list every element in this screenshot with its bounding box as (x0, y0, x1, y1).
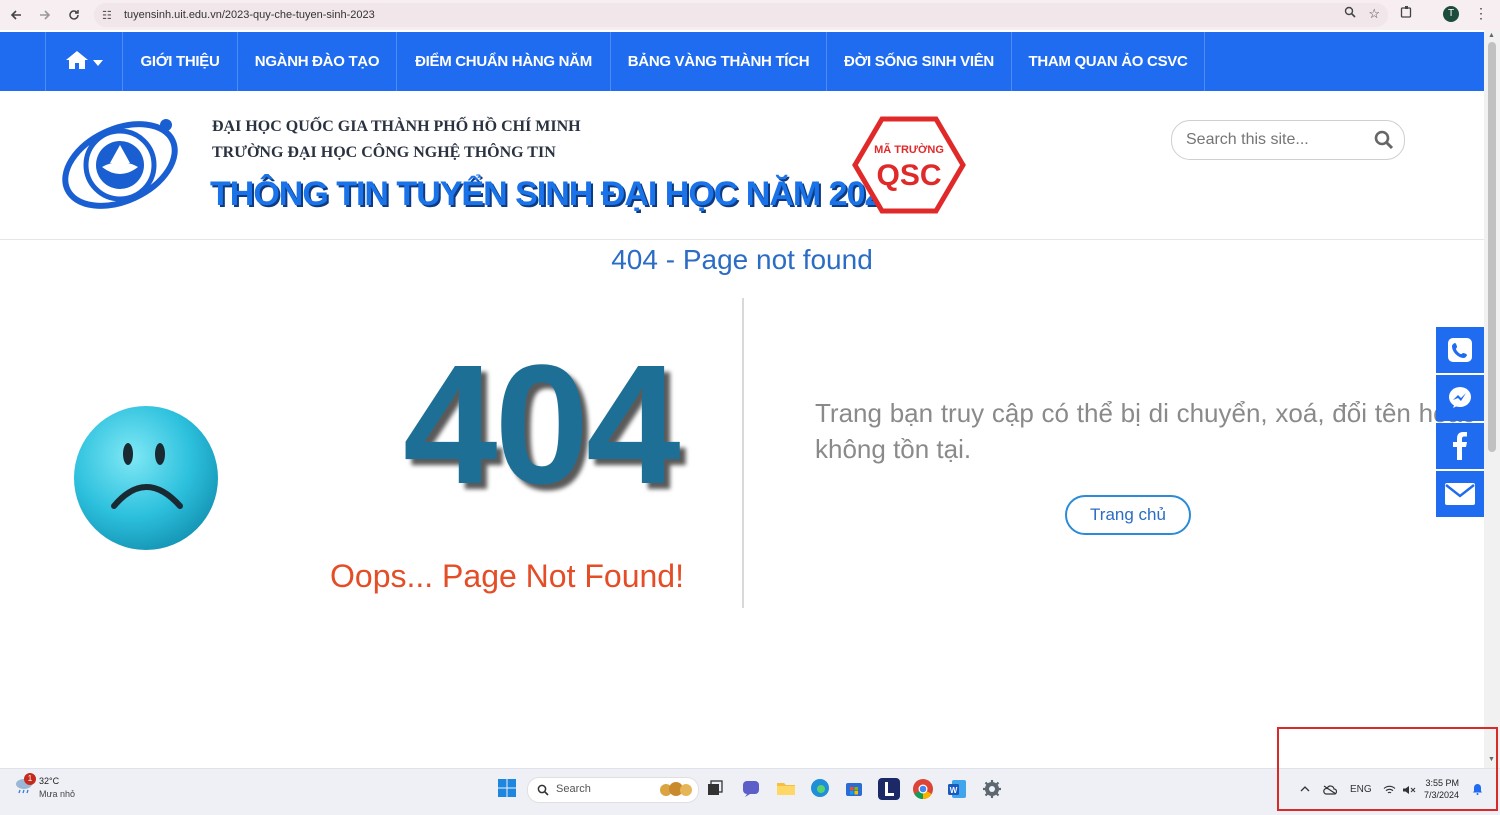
search-highlight-icon (658, 780, 694, 805)
weather-description: Mưa nhỏ (39, 789, 76, 799)
menu-home[interactable] (45, 32, 122, 91)
sad-face-icon (70, 402, 222, 559)
mail-icon[interactable] (1436, 471, 1484, 517)
settings-gear-icon[interactable] (981, 778, 1003, 800)
weather-temperature: 32°C (39, 776, 60, 786)
chrome-icon[interactable] (912, 778, 934, 800)
word-icon[interactable]: W (946, 778, 968, 800)
caret-down-icon (89, 53, 103, 70)
error-description: Trang bạn truy cập có thể bị di chuyển, … (815, 398, 1475, 464)
extensions-icon[interactable] (1400, 5, 1413, 21)
page-viewport: GIỚI THIỆU NGÀNH ĐÀO TẠO ĐIỂM CHUẨN HÀNG… (0, 30, 1484, 768)
menu-item-nganh-dao-tao[interactable]: NGÀNH ĐÀO TẠO (237, 32, 396, 91)
teams-chat-icon[interactable] (741, 778, 763, 800)
error-code: 404 (403, 330, 681, 520)
browser-toolbar: ☷ tuyensinh.uit.edu.vn/2023-quy-che-tuye… (0, 0, 1500, 30)
svg-text:QSC: QSC (876, 159, 941, 192)
university-name: ĐẠI HỌC QUỐC GIA THÀNH PHỐ HỒ CHÍ MINH (212, 118, 581, 135)
admission-title: THÔNG TIN TUYỂN SINH ĐẠI HỌC NĂM 2024 (210, 175, 901, 213)
scrollbar-thumb[interactable] (1488, 42, 1496, 452)
highlight-annotation-box (1277, 727, 1498, 811)
file-explorer-icon[interactable] (776, 778, 798, 800)
lingoes-app-icon[interactable] (878, 778, 900, 800)
uit-logo[interactable] (58, 113, 188, 218)
svg-text:W: W (950, 786, 958, 795)
divider (742, 298, 744, 608)
scroll-up-icon[interactable]: ▲ (1488, 32, 1495, 39)
menu-item-tham-quan[interactable]: THAM QUAN ẢO CSVC (1011, 32, 1205, 91)
menu-item-diem-chuan[interactable]: ĐIỂM CHUẨN HÀNG NĂM (396, 32, 610, 91)
menu-item-doi-song[interactable]: ĐỜI SỐNG SINH VIÊN (826, 32, 1011, 91)
microsoft-store-icon[interactable] (844, 778, 866, 800)
task-view-icon[interactable] (705, 778, 727, 800)
home-icon (65, 50, 89, 74)
taskbar-search[interactable]: Search (527, 777, 699, 803)
edge-icon[interactable] (810, 778, 832, 800)
messenger-icon[interactable] (1436, 375, 1484, 421)
taskbar: 1 32°C Mưa nhỏ Search W ENG 3:55 PM 7/3/… (0, 768, 1500, 815)
windows-start-icon[interactable] (497, 778, 519, 800)
profile-avatar[interactable]: T (1443, 6, 1459, 22)
reload-icon[interactable] (61, 2, 87, 28)
site-settings-icon[interactable]: ☷ (102, 9, 122, 22)
search-icon (537, 783, 549, 801)
address-bar[interactable]: ☷ tuyensinh.uit.edu.vn/2023-quy-che-tuye… (94, 3, 1388, 27)
school-code-badge: MÃ TRƯỜNG QSC (852, 115, 966, 220)
site-search[interactable] (1171, 120, 1405, 160)
forward-icon[interactable] (32, 2, 58, 28)
page-title: 404 - Page not found (611, 244, 873, 275)
weather-widget[interactable]: 1 32°C Mưa nhỏ (14, 773, 75, 799)
phone-icon[interactable] (1436, 327, 1484, 373)
weather-alert-badge: 1 (24, 773, 36, 785)
oops-message: Oops... Page Not Found! (330, 558, 684, 594)
taskbar-search-label: Search (556, 783, 591, 795)
bookmark-star-icon[interactable]: ☆ (1368, 6, 1380, 22)
menu-item-bang-vang[interactable]: BẢNG VÀNG THÀNH TÍCH (610, 32, 826, 91)
main-menu: GIỚI THIỆU NGÀNH ĐÀO TẠO ĐIỂM CHUẨN HÀNG… (0, 32, 1484, 91)
school-name: TRƯỜNG ĐẠI HỌC CÔNG NGHỆ THÔNG TIN (212, 144, 556, 161)
menu-item-gioi-thieu[interactable]: GIỚI THIỆU (122, 32, 237, 91)
zoom-icon[interactable] (1344, 6, 1356, 22)
url-text[interactable]: tuyensinh.uit.edu.vn/2023-quy-che-tuyen-… (124, 9, 375, 21)
home-button[interactable]: Trang chủ (1065, 495, 1191, 535)
social-floating-bar (1436, 327, 1484, 519)
site-header: ĐẠI HỌC QUỐC GIA THÀNH PHỐ HỒ CHÍ MINH T… (0, 91, 1484, 240)
svg-text:MÃ TRƯỜNG: MÃ TRƯỜNG (874, 143, 944, 156)
site-search-input[interactable] (1184, 128, 1368, 152)
back-icon[interactable] (3, 2, 29, 28)
page-scrollbar[interactable]: ▲ ▼ (1484, 30, 1500, 768)
browser-menu-icon[interactable]: ⋮ (1474, 5, 1488, 22)
search-icon[interactable] (1374, 130, 1394, 155)
facebook-icon[interactable] (1436, 423, 1484, 469)
